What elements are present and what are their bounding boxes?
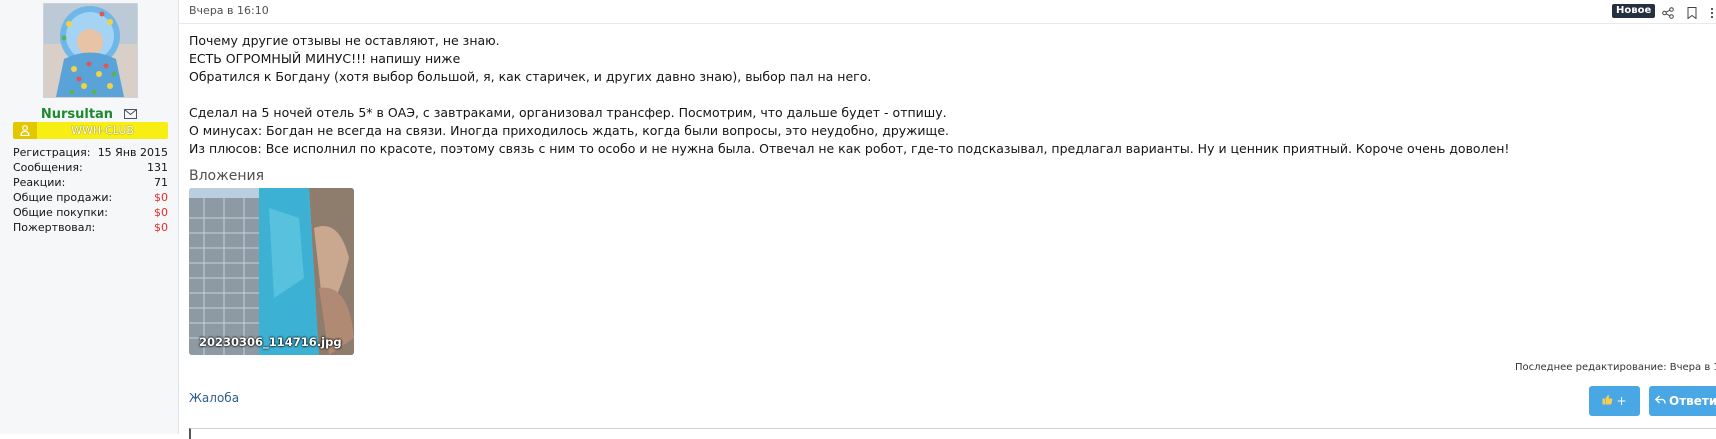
attachment-filename[interactable]: 20230306_114716.jpg <box>199 335 342 349</box>
stat-row: Пожертвовал: $0 <box>13 220 168 235</box>
post-line: Сделал на 5 ночей отель 5* в ОАЭ, с завт… <box>189 105 947 120</box>
stat-label: Общие продажи: <box>13 191 113 204</box>
stat-value: 71 <box>154 176 168 189</box>
username-link[interactable]: Nursultan <box>41 107 113 122</box>
post-line: Обратился к Богдану (хотя выбор большой,… <box>189 69 872 84</box>
stat-value: $0 <box>154 191 168 204</box>
more-icon[interactable] <box>1709 4 1715 23</box>
post-content: Вчера в 16:10 Новое Почему другие отзывы… <box>179 0 1716 439</box>
attachment-thumbnail[interactable]: 20230306_114716.jpg <box>189 188 354 355</box>
stat-value: $0 <box>154 221 168 234</box>
stat-label: Реакции: <box>13 176 66 189</box>
stat-row: Сообщения: 131 <box>13 160 168 175</box>
post-line: ЕСТЬ ОГРОМНЫЙ МИНУС!!! напишу ниже <box>189 51 461 66</box>
reply-label: Ответи <box>1669 394 1716 408</box>
avatar[interactable] <box>43 3 138 98</box>
bookmark-icon[interactable] <box>1687 4 1697 23</box>
share-icon[interactable] <box>1662 4 1674 23</box>
post-line: О минусах: Богдан не всегда на связи. Ин… <box>189 123 949 138</box>
stat-value: 15 Янв 2015 <box>97 146 168 159</box>
stat-label: Пожертвовал: <box>13 221 96 234</box>
stat-label: Общие покупки: <box>13 206 108 219</box>
stat-row: Реакции: 71 <box>13 175 168 190</box>
reply-button[interactable]: Ответи <box>1649 386 1716 416</box>
stat-value: 131 <box>147 161 168 174</box>
reply-icon <box>1654 394 1666 408</box>
stat-row: Общие покупки: $0 <box>13 205 168 220</box>
stat-row: Регистрация: 15 Янв 2015 <box>13 145 168 160</box>
envelope-icon[interactable] <box>124 104 138 123</box>
post-body: Почему другие отзывы не оставляют, не зн… <box>189 32 1709 158</box>
post-line: Почему другие отзывы не оставляют, не зн… <box>189 33 500 48</box>
user-group-banner: WWH-CLUB <box>13 122 168 139</box>
post-timestamp[interactable]: Вчера в 16:10 <box>189 4 269 17</box>
user-sidebar: Nursultan WWH-CLUB Регистрация: 15 Янв 20… <box>0 0 179 434</box>
thumbs-up-icon <box>1602 394 1613 408</box>
like-label: + <box>1616 394 1627 408</box>
report-link[interactable]: Жалоба <box>189 391 239 405</box>
stat-label: Регистрация: <box>13 146 91 159</box>
stat-value: $0 <box>154 206 168 219</box>
username-row: Nursultan <box>0 103 178 123</box>
user-group-label: WWH-CLUB <box>71 124 134 137</box>
stat-row: Общие продажи: $0 <box>13 190 168 205</box>
stat-label: Сообщения: <box>13 161 83 174</box>
last-edit-note: Последнее редактирование: Вчера в 1 <box>1515 362 1716 373</box>
post-line <box>189 86 1709 104</box>
like-button[interactable]: + <box>1589 386 1640 416</box>
user-icon <box>13 122 37 139</box>
attachments-title: Вложения <box>189 168 265 184</box>
header-divider <box>179 23 1716 24</box>
post-line: Из плюсов: Все исполнил по красоте, поэт… <box>189 141 1510 156</box>
new-badge: Новое <box>1612 4 1656 18</box>
user-stats: Регистрация: 15 Янв 2015 Сообщения: 131 Реак… <box>13 145 168 235</box>
